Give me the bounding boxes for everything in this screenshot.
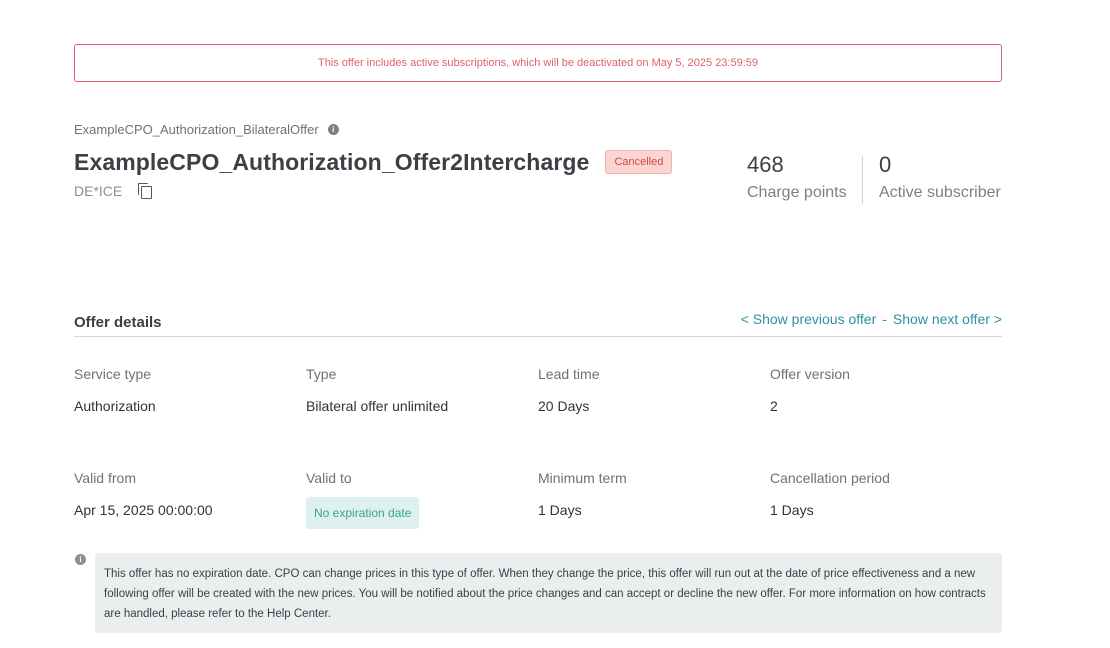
- lead-time-label: Lead time: [538, 366, 600, 382]
- valid-from-label: Valid from: [74, 470, 136, 486]
- stat-active-subscriber: 0 Active subscriber: [879, 152, 1001, 202]
- parent-offer-row: ExampleCPO_Authorization_BilateralOffer …: [74, 122, 339, 137]
- cancellation-period-value: 1 Days: [770, 502, 814, 518]
- minimum-term-label: Minimum term: [538, 470, 627, 486]
- offer-version-label: Offer version: [770, 366, 850, 382]
- service-type-label: Service type: [74, 366, 152, 382]
- operator-code: DE*ICE: [74, 183, 123, 199]
- title-row: ExampleCPO_Authorization_Offer2Interchar…: [74, 149, 673, 176]
- offer-version-value: 2: [770, 398, 778, 414]
- copy-icon[interactable]: [138, 183, 153, 199]
- no-expiration-chip: No expiration date: [306, 497, 420, 529]
- stat-divider: [862, 156, 863, 204]
- stat-charge-points: 468 Charge points: [747, 152, 847, 202]
- lead-time-value: 20 Days: [538, 398, 590, 414]
- offer-details-header: Offer details < Show previous offer - Show…: [74, 310, 1002, 337]
- offer-navigation: < Show previous offer - Show next offer >: [741, 311, 1002, 327]
- valid-from-value: Apr 15, 2025 00:00:00: [74, 502, 213, 518]
- deactivation-alert: This offer includes active subscriptions…: [74, 44, 1002, 82]
- page-title: ExampleCPO_Authorization_Offer2Interchar…: [74, 149, 590, 175]
- parent-offer-name: ExampleCPO_Authorization_BilateralOffer: [74, 122, 319, 137]
- valid-to-label: Valid to: [306, 470, 352, 486]
- status-badge: Cancelled: [605, 149, 673, 174]
- alert-message: This offer includes active subscriptions…: [317, 57, 759, 69]
- info-icon: i: [75, 554, 86, 565]
- section-title: Offer details: [74, 314, 162, 331]
- stat-value: 0: [879, 152, 892, 177]
- minimum-term-value: 1 Days: [538, 502, 582, 518]
- show-previous-offer-link[interactable]: < Show previous offer: [741, 311, 877, 327]
- expiration-note: This offer has no expiration date. CPO c…: [95, 553, 1002, 633]
- stat-value: 468: [747, 152, 784, 177]
- stat-label: Active subscriber: [879, 184, 1001, 201]
- operator-code-row: DE*ICE: [74, 183, 153, 199]
- type-value: Bilateral offer unlimited: [306, 398, 449, 414]
- type-label: Type: [306, 366, 337, 382]
- show-next-offer-link[interactable]: Show next offer >: [893, 311, 1002, 327]
- valid-to-value: No expiration date: [314, 506, 412, 520]
- stat-label: Charge points: [747, 184, 847, 201]
- cancellation-period-label: Cancellation period: [770, 470, 890, 486]
- nav-separator: -: [882, 311, 887, 327]
- service-type-value: Authorization: [74, 398, 156, 414]
- info-icon[interactable]: i: [327, 124, 339, 135]
- note-text: This offer has no expiration date. CPO c…: [104, 568, 986, 620]
